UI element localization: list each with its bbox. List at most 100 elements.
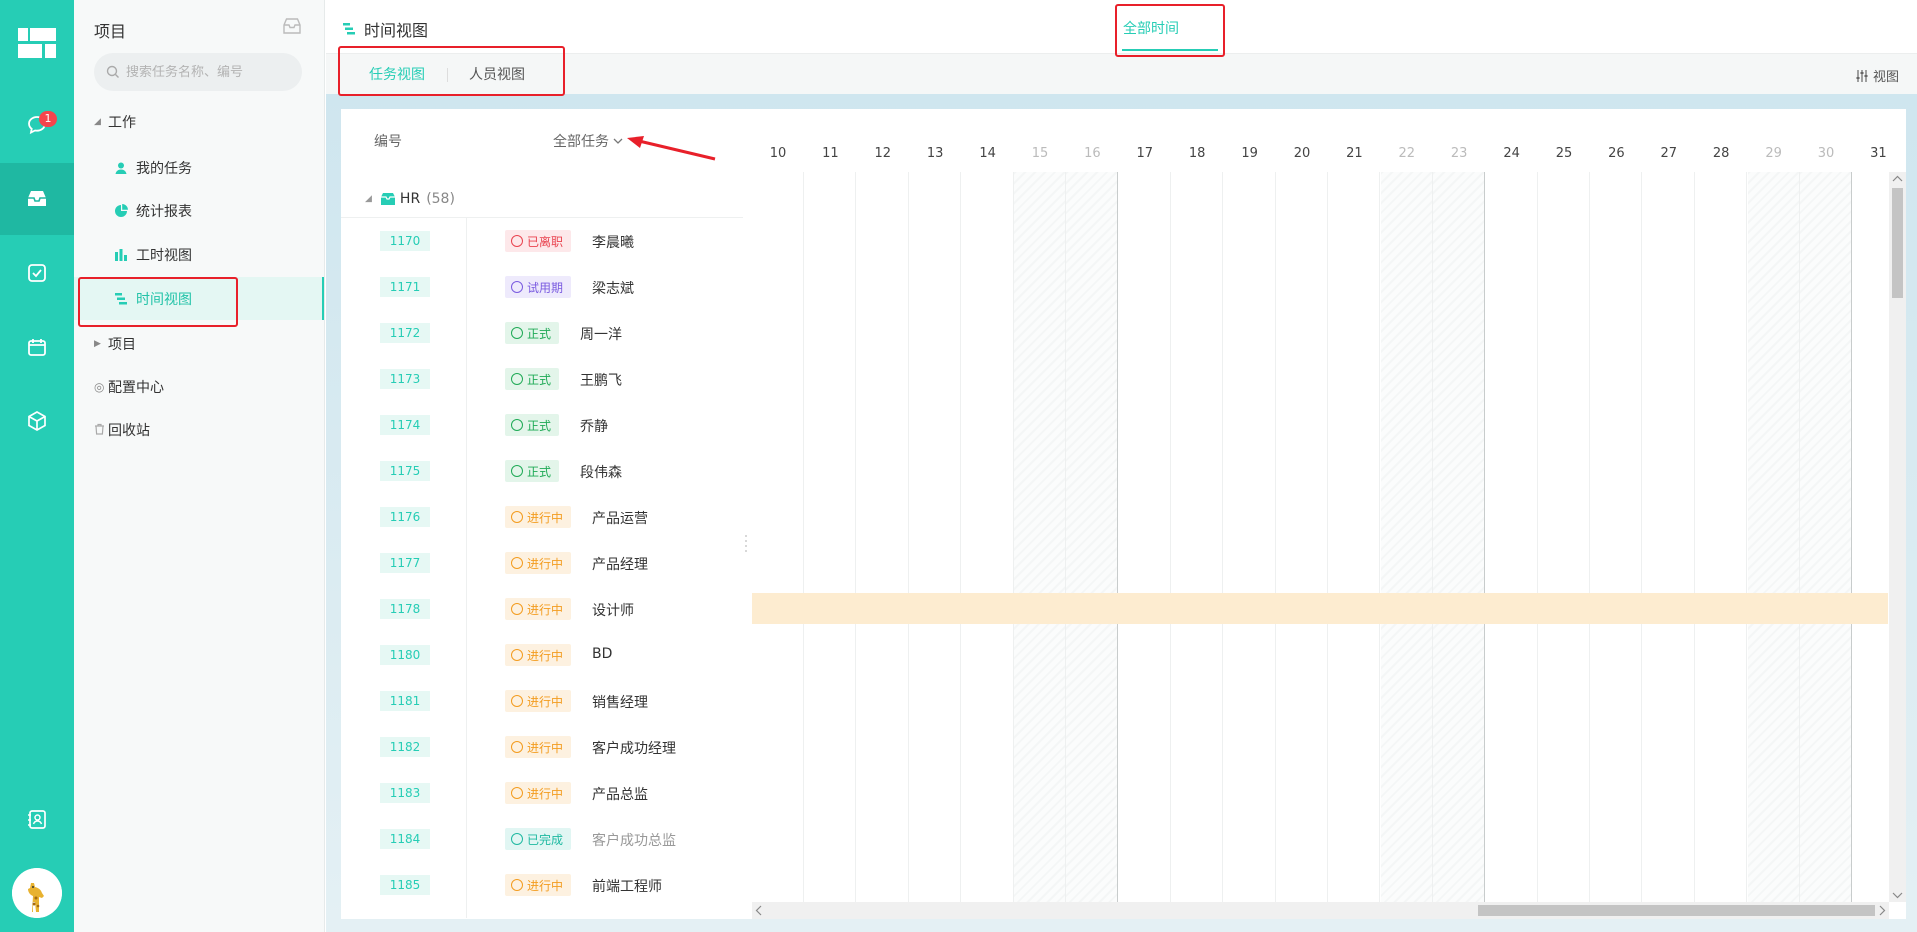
task-id: 1173	[380, 369, 430, 389]
sidebar-item-reports[interactable]: 统计报表	[74, 189, 324, 232]
status-text: 已完成	[527, 832, 564, 847]
settings-icon: ◎	[94, 380, 105, 394]
gantt-day-column	[1538, 172, 1590, 902]
filter-label: 全部任务	[553, 134, 609, 150]
project-sidebar: 项目 ◢ 工作 我的任务 统计报表 工时视图 时间视图 ▶ 项目 ◎ 配置中心 …	[74, 0, 325, 932]
gantt-day-label: 27	[1660, 146, 1678, 161]
rail-tasks[interactable]	[0, 237, 74, 309]
clock-icon	[511, 465, 523, 477]
task-name: 段伟森	[580, 465, 622, 481]
app-logo-icon[interactable]	[18, 28, 56, 58]
vertical-scrollbar[interactable]	[1889, 172, 1906, 902]
task-name: 梁志斌	[592, 281, 634, 297]
clock-icon	[511, 557, 523, 569]
task-row[interactable]: 1175 正式 段伟森	[341, 448, 751, 494]
gantt-timeline[interactable]: 10 11 12 13 14 15 16 17 18 19 20 21 22 23 24 25 26 27 28 29…	[752, 109, 1906, 919]
sidebar-config-center[interactable]: ◎ 配置中心	[94, 377, 164, 397]
caret-right-icon: ▶	[94, 339, 101, 349]
horizontal-scrollbar[interactable]	[752, 902, 1889, 919]
gantt-day-label: 21	[1346, 146, 1363, 161]
cube-icon	[28, 411, 46, 431]
task-name: 王鹏飞	[580, 373, 622, 389]
annotation-box	[1115, 4, 1225, 57]
task-row[interactable]: 1181 进行中 销售经理	[341, 678, 751, 724]
sidebar-item-worktime-view[interactable]: 工时视图	[74, 233, 324, 276]
gantt-day-label: 23	[1450, 146, 1468, 161]
sidebar-group-projects[interactable]: ▶ 项目	[94, 334, 136, 354]
sidebar-recycle-bin[interactable]: 回收站	[94, 420, 150, 440]
inbox-icon	[28, 191, 46, 206]
inbox-settings-icon[interactable]	[282, 16, 302, 40]
task-id: 1183	[380, 783, 430, 803]
task-row[interactable]: 1185 进行中 前端工程师	[341, 862, 751, 908]
app-nav-rail: 1	[0, 0, 82, 932]
task-id: 1184	[380, 829, 430, 849]
gantt-day-label: 25	[1555, 146, 1573, 161]
status-check-icon	[511, 235, 523, 247]
rail-apps[interactable]	[0, 385, 74, 457]
task-row[interactable]: 1174 正式 乔静	[341, 402, 751, 448]
gantt-day-label: 29	[1765, 146, 1782, 161]
rail-calendar[interactable]	[0, 311, 74, 383]
rail-projects[interactable]	[0, 163, 82, 235]
task-row[interactable]: 1176 进行中 产品运营	[341, 494, 751, 540]
task-row[interactable]: 1183 进行中 产品总监	[341, 770, 751, 816]
gantt-day-label: 14	[979, 146, 996, 161]
status-badge: 正式	[505, 414, 560, 436]
task-row[interactable]: 1178 进行中 设计师	[341, 586, 751, 632]
task-row[interactable]: 1177 进行中 产品经理	[341, 540, 751, 586]
gantt-day-label: 19	[1241, 146, 1258, 161]
gantt-day-column	[804, 172, 857, 902]
gantt-day-column	[1328, 172, 1381, 902]
horizontal-scroll-thumb[interactable]	[1478, 905, 1875, 916]
task-name: 客户成功经理	[592, 741, 676, 757]
clock-icon	[511, 327, 523, 339]
sidebar-title: 项目	[94, 22, 127, 41]
rail-contacts[interactable]	[0, 783, 74, 855]
caret-down-icon: ◢	[94, 117, 101, 127]
annotation-arrow	[627, 136, 716, 161]
group-row-hr[interactable]: ◢ HR (58)	[341, 180, 743, 218]
task-row[interactable]: 1171 试用期 梁志斌	[341, 264, 751, 310]
status-text: 进行中	[527, 602, 564, 617]
search-input[interactable]	[126, 64, 296, 80]
sidebar-item-my-tasks[interactable]: 我的任务	[74, 146, 324, 189]
trash-icon	[94, 423, 108, 438]
status-badge: 已完成	[505, 828, 572, 850]
gantt-day-column	[1380, 172, 1433, 902]
task-row[interactable]: 1173 正式 王鹏飞	[341, 356, 751, 402]
group-count: (58)	[426, 190, 455, 207]
gantt-day-column	[857, 172, 909, 902]
task-row[interactable]: 1182 进行中 客户成功经理	[341, 724, 751, 770]
status-badge: 进行中	[505, 874, 572, 896]
gantt-day-label: 12	[874, 146, 892, 161]
view-settings-button[interactable]: 视图	[1855, 66, 1899, 85]
gantt-day-column	[1643, 172, 1695, 902]
scroll-right-icon	[1879, 905, 1886, 916]
user-avatar[interactable]	[12, 868, 62, 918]
status-text: 进行中	[527, 556, 564, 571]
task-id: 1176	[380, 507, 430, 527]
view-button-label: 视图	[1872, 70, 1899, 85]
task-row[interactable]: 1172 正式 周一洋	[341, 310, 751, 356]
status-badge: 正式	[505, 368, 560, 390]
clock-icon	[511, 419, 523, 431]
status-text: 进行中	[527, 510, 564, 525]
status-badge: 进行中	[505, 736, 572, 758]
sidebar-search[interactable]	[94, 53, 302, 91]
status-text: 正式	[527, 372, 552, 387]
vertical-scroll-thumb[interactable]	[1892, 188, 1903, 298]
task-id: 1170	[380, 231, 430, 251]
check-circle-icon	[511, 833, 523, 845]
group-label: 配置中心	[108, 380, 164, 396]
gantt-day-column	[909, 172, 962, 902]
task-row[interactable]: 1184 已完成 客户成功总监	[341, 816, 751, 862]
task-row[interactable]: 1180 进行中 BD	[341, 632, 751, 678]
sidebar-group-work[interactable]: ◢ 工作	[94, 112, 136, 132]
rail-messages[interactable]	[0, 89, 74, 161]
gantt-day-label: 10	[769, 146, 787, 161]
status-badge: 进行中	[505, 552, 572, 574]
task-filter-dropdown[interactable]: 全部任务	[553, 131, 624, 151]
page-title: 时间视图	[342, 17, 428, 41]
task-row[interactable]: 1170 已离职 李晨曦	[341, 218, 751, 264]
